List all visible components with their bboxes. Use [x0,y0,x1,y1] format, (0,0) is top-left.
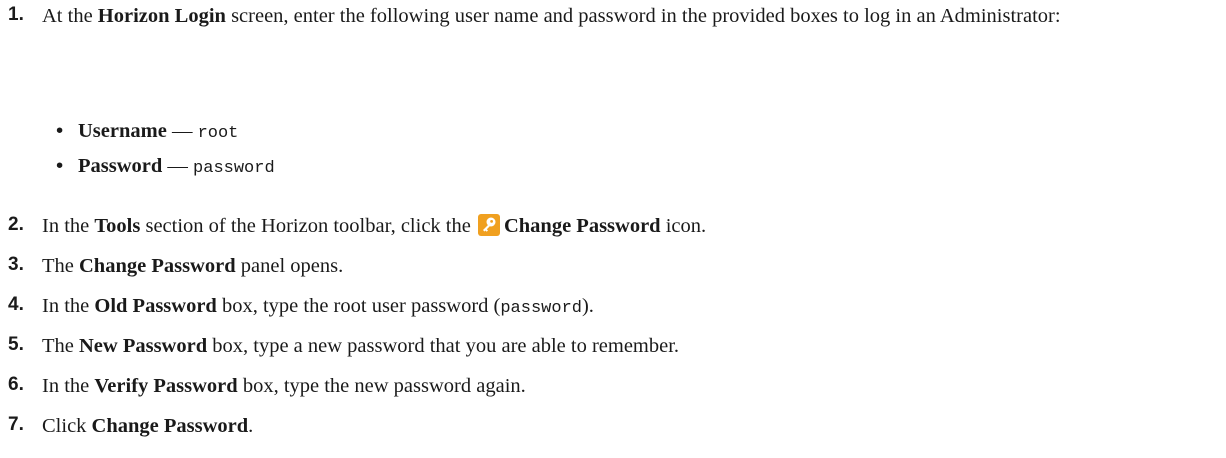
step-text-part: In the [42,295,95,317]
step-bold-term: Change Password [91,415,249,437]
bullet-separator: — [166,120,198,142]
step-text: The New Password box, type a new passwor… [42,332,1222,361]
step-text-part: In the [42,215,95,237]
step-bold-term: Tools [94,215,141,237]
step-text: Click Change Password. [42,412,1222,441]
step-bold-term: Horizon Login [97,5,226,27]
step-bold-term: New Password [79,335,208,357]
step-text-part: box, type the new password again. [237,375,526,397]
step-text: In the Verify Password box, type the new… [42,372,1222,401]
step-number: 6. [8,374,24,395]
step-text-part: box, type the root user password ( [216,295,501,317]
bullet-label: Password [78,155,163,177]
step-text-part: panel opens. [235,255,344,277]
key-icon [477,214,500,236]
step-bold-term: Change Password [79,255,236,277]
step-bold-term: Old Password [94,295,217,317]
step-text-part: icon. [660,215,707,237]
step-text-part: The [42,335,79,357]
bullet-dot: • [56,154,64,177]
step-text: At the Horizon Login screen, enter the f… [42,2,1222,31]
step-text-part: ). [581,295,594,317]
step-number: 5. [8,334,24,355]
step-text: In the Old Password box, type the root u… [42,292,1222,323]
step-text: The Change Password panel opens. [42,252,1222,281]
bullet-username: • Username — root [56,118,1156,147]
step-bold-term: Change Password [503,215,661,237]
bullet-separator: — [162,155,194,177]
step-number: 4. [8,294,24,315]
step-bold-term: Verify Password [94,375,238,397]
step-text-part: . [248,415,254,437]
step-text-part: screen, enter the following user name an… [225,5,1061,27]
step-text-part: In the [42,375,95,397]
step-text-part: box, type a new password that you are ab… [207,335,680,357]
step-number: 3. [8,254,24,275]
bullet-password: • Password — password [56,153,1156,182]
step-text-part: The [42,255,79,277]
step-text-part: Click [42,415,92,437]
step-number: 1. [8,4,24,25]
step-text: In the Tools section of the Horizon tool… [42,212,1222,241]
bullet-value: root [197,124,239,143]
bullet-dot: • [56,119,64,142]
step-number: 7. [8,414,24,435]
step-text-part: section of the Horizon toolbar, click th… [140,215,476,237]
step-text-part: At the [42,5,98,27]
step-number: 2. [8,214,24,235]
bullet-label: Username [78,120,167,142]
bullet-value: password [193,159,275,178]
step-code: password [500,299,582,318]
